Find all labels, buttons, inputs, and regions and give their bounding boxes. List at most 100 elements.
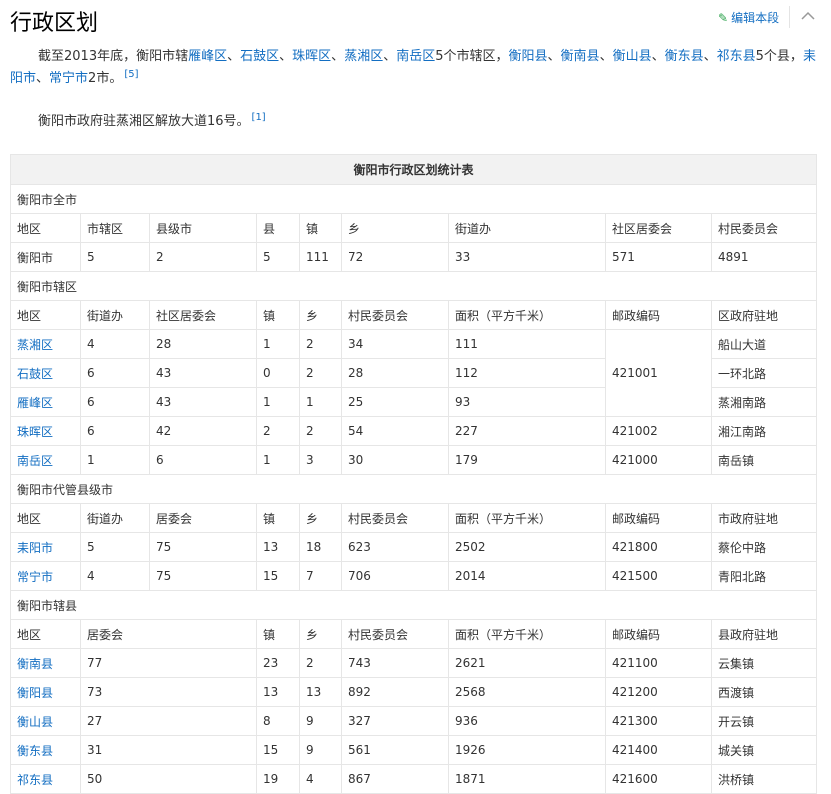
- reference-link[interactable]: [5]: [124, 69, 138, 80]
- table-cell: 4891: [710, 242, 818, 272]
- table-cell: 561: [341, 735, 449, 765]
- column-header: 市政府驻地: [710, 503, 818, 533]
- table-row: 珠晖区 6 42 2 2 54 227 421002 湘江南路: [10, 416, 818, 446]
- table-cell: 421400: [605, 735, 712, 765]
- table-cell: 13: [299, 677, 342, 707]
- table-cell: 8: [256, 706, 300, 736]
- place-link[interactable]: 祁东县: [717, 49, 756, 64]
- column-header: 面积（平方千米）: [448, 619, 606, 649]
- region-link[interactable]: 衡山县: [10, 706, 81, 736]
- region-link[interactable]: 雁峰区: [10, 387, 81, 417]
- table-row: 常宁市 4 75 15 7 706 2014 421500 青阳北路: [10, 561, 818, 591]
- district-statistics-table: 衡阳市行政区划统计表 衡阳市全市 地区 市辖区 县级市县镇乡街道办 社区居委会 村民委员会衡…: [9, 154, 818, 794]
- table-cell: 111: [448, 329, 606, 359]
- section-title: 行政区划: [10, 11, 99, 36]
- place-link[interactable]: 衡东县: [665, 49, 704, 64]
- table-cell: 43: [149, 358, 257, 388]
- table-cell: 湘江南路: [710, 416, 818, 446]
- paragraph-text: 、: [703, 49, 717, 64]
- section-title: 衡阳市全市: [9, 184, 818, 214]
- table-cell: 青阳北路: [710, 561, 818, 591]
- table-cell: 112: [448, 358, 606, 388]
- region-link[interactable]: 石鼓区: [10, 358, 81, 388]
- chevron-up-icon: [801, 11, 815, 20]
- table-cell: 1: [256, 329, 300, 359]
- table-cell: 5: [256, 242, 300, 272]
- region-link[interactable]: 衡阳县: [10, 677, 81, 707]
- table-cell: 2: [256, 416, 300, 446]
- table-cell: 2: [299, 416, 342, 446]
- intro-paragraph: 截至2013年底，衡阳市辖雁峰区、石鼓区、珠晖区、蒸湘区、南岳区5个市辖区，衡阳…: [10, 46, 821, 90]
- column-header: 镇: [256, 300, 300, 330]
- place-link[interactable]: 衡阳县: [509, 49, 548, 64]
- paragraph-text: 、: [227, 49, 241, 64]
- place-link[interactable]: 石鼓区: [240, 49, 279, 64]
- region-link[interactable]: 祁东县: [10, 764, 81, 794]
- table-cell: 72: [341, 242, 449, 272]
- table-cell: 4: [80, 329, 150, 359]
- table-cell: 1: [256, 445, 300, 475]
- paragraph-text: 截至2013年底，衡阳市辖: [38, 49, 189, 64]
- table-cell: 31: [80, 735, 257, 765]
- region-link[interactable]: 南岳区: [10, 445, 81, 475]
- table-cell: 93: [448, 387, 606, 417]
- table-cell: 421300: [605, 706, 712, 736]
- table-cell: 23: [256, 648, 300, 678]
- region-link[interactable]: 珠晖区: [10, 416, 81, 446]
- table-cell: 327: [341, 706, 449, 736]
- table-cell: 28: [341, 358, 449, 388]
- column-header: 面积（平方千米）: [448, 300, 606, 330]
- place-link[interactable]: 珠晖区: [292, 49, 331, 64]
- column-header: 地区: [10, 300, 81, 330]
- region-link[interactable]: 耒阳市: [10, 532, 81, 562]
- table-cell: 892: [341, 677, 449, 707]
- column-header: 街道办: [80, 300, 150, 330]
- region-link[interactable]: 常宁市: [10, 561, 81, 591]
- place-link[interactable]: 衡山县: [613, 49, 652, 64]
- table-cell: 6: [80, 416, 150, 446]
- table-cell: 5: [80, 242, 150, 272]
- paragraph-text: 、: [279, 49, 293, 64]
- table-cell: 706: [341, 561, 449, 591]
- table-row: 衡山县 27 8 9 327 936 421300 开云镇: [10, 706, 818, 736]
- column-header: 邮政编码: [605, 619, 712, 649]
- column-header: 乡: [299, 503, 342, 533]
- paragraph-text: 、: [599, 49, 613, 64]
- table-cell: 227: [448, 416, 606, 446]
- place-link[interactable]: 常宁市: [49, 71, 88, 86]
- table-cell: 蔡伦中路: [710, 532, 818, 562]
- section-title: 衡阳市辖县: [9, 590, 818, 620]
- section-title-row: 衡阳市辖县: [9, 590, 818, 620]
- place-link[interactable]: 衡南县: [561, 49, 600, 64]
- table-cell: 6: [80, 358, 150, 388]
- region-link[interactable]: 蒸湘区: [10, 329, 81, 359]
- table-cell: 1: [256, 387, 300, 417]
- government-seat-text: 衡阳市政府驻蒸湘区解放大道16号。: [38, 114, 250, 129]
- government-seat-paragraph: 衡阳市政府驻蒸湘区解放大道16号。 [1]: [10, 111, 821, 133]
- edit-section-button[interactable]: ✎ 编辑本段: [718, 9, 779, 26]
- table-cell: 77: [80, 648, 257, 678]
- column-header: 县: [256, 213, 300, 243]
- table-cell: 25: [341, 387, 449, 417]
- table-cell: 421500: [605, 561, 712, 591]
- paragraph-text: 、: [547, 49, 561, 64]
- table-cell: 421200: [605, 677, 712, 707]
- table-cell: 开云镇: [710, 706, 818, 736]
- region-link[interactable]: 衡南县: [10, 648, 81, 678]
- place-link[interactable]: 雁峰区: [188, 49, 227, 64]
- table-row: 衡阳市 5 2 5 111 72 33 571 4891: [10, 242, 818, 272]
- table-cell: 7: [299, 561, 342, 591]
- header-divider: [789, 6, 790, 28]
- table-cell: 2: [299, 329, 342, 359]
- table-header-row: 地区 市辖区 县级市县镇乡街道办 社区居委会 村民委员会: [10, 213, 818, 243]
- collapse-section-button[interactable]: [798, 6, 818, 26]
- table-cell: 936: [448, 706, 606, 736]
- reference-link[interactable]: [1]: [252, 112, 266, 123]
- table-cell: 1926: [448, 735, 606, 765]
- place-link[interactable]: 蒸湘区: [344, 49, 383, 64]
- table-cell: 19: [256, 764, 300, 794]
- table-cell: 421000: [605, 445, 712, 475]
- table-cell: 蒸湘南路: [710, 387, 818, 417]
- region-link[interactable]: 衡东县: [10, 735, 81, 765]
- place-link[interactable]: 南岳区: [396, 49, 435, 64]
